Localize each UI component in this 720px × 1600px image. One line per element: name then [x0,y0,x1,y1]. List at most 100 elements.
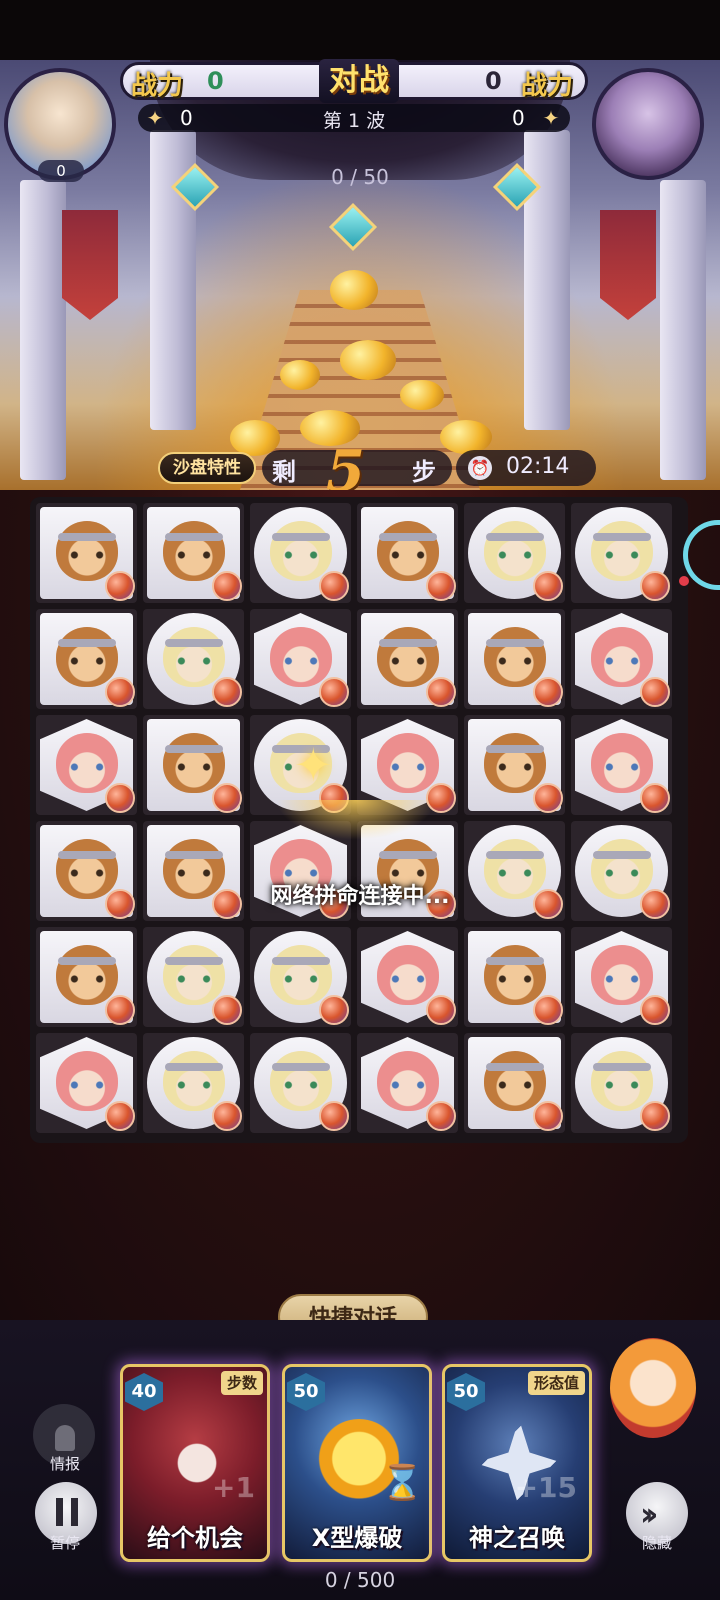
scene-gem [328,202,378,252]
board-tile-girl[interactable] [571,927,672,1027]
player-power-label: 战力 [131,71,184,101]
board-tile-girl[interactable] [571,715,672,815]
element-orb-icon [640,1101,670,1131]
element-orb-icon [105,1101,135,1131]
card-cost-badge: 40 [125,1373,163,1411]
board-tile-monkey[interactable] [464,715,565,815]
element-orb-icon [533,677,563,707]
board-tile-monkey[interactable] [464,609,565,709]
board-tile-girl[interactable] [357,1033,458,1133]
battle-power-bar: 战力 0 对战 0 战力 [120,59,588,103]
steps-bar: 沙盘特性 剩 5 步 ⏰ 02:14 [150,438,600,504]
board-tile-girl[interactable] [357,927,458,1027]
treasure-chest [330,270,378,310]
headband [272,957,330,965]
board-tile-fox[interactable] [250,927,351,1027]
eyes [280,657,322,665]
headband [593,851,651,859]
board-tile-monkey[interactable] [143,715,244,815]
notification-dot [679,576,689,586]
eyes [66,975,108,983]
headband [379,533,437,541]
eyes [66,763,108,771]
eyes [173,657,215,665]
opponent-avatar[interactable] [592,68,704,180]
skill-card-give-chance[interactable]: 40 步数 +1 给个机会 [120,1364,270,1562]
element-orb-icon [212,571,242,601]
eyes [494,657,536,665]
board-tile-monkey[interactable] [143,503,244,603]
skill-card-x-blast[interactable]: 50 ⌛ X型爆破 [282,1364,432,1562]
element-orb-icon [426,677,456,707]
card-name: 神之召唤 [469,1524,565,1552]
gold-coin [400,380,444,410]
eyes [601,1081,643,1089]
element-orb-icon [640,995,670,1025]
element-orb-icon [319,677,349,707]
board-tile-monkey[interactable] [464,927,565,1027]
connecting-message: 网络拼命连接中... [270,884,450,909]
gold-coin [280,360,320,390]
scene-banner [600,210,656,320]
board-tile-monkey[interactable] [357,503,458,603]
element-orb-icon [105,783,135,813]
energy-progress: 0 / 500 [324,1568,396,1592]
board-tile-fox[interactable] [143,1033,244,1133]
opponent-power-label: 战力 [521,71,574,101]
element-orb-icon [533,783,563,813]
eyes [173,763,215,771]
board-tile-monkey[interactable] [36,927,137,1027]
headband [165,957,223,965]
eyes [173,551,215,559]
board-tile-fox[interactable] [143,927,244,1027]
board-tile-fox[interactable] [571,503,672,603]
element-orb-icon [105,571,135,601]
element-orb-icon [319,1101,349,1131]
board-tile-girl[interactable] [36,1033,137,1133]
eyes [494,975,536,983]
headband [486,745,544,753]
board-tile-girl[interactable] [36,715,137,815]
board-tile-girl[interactable] [571,609,672,709]
eyes [66,551,108,559]
board-tile-monkey[interactable] [36,609,137,709]
element-orb-icon [640,571,670,601]
board-tile-monkey[interactable] [464,1033,565,1133]
skill-card-divine-summon[interactable]: 50 形态值 +15 神之召唤 [442,1364,592,1562]
headband [58,851,116,859]
headband [486,533,544,541]
hourglass-icon: ⌛ [381,1463,424,1503]
element-orb-icon [533,571,563,601]
headband [379,851,437,859]
headband [165,851,223,859]
headband [58,639,116,647]
board-tile-fox[interactable] [250,1033,351,1133]
element-orb-icon [640,677,670,707]
steps-remaining: 剩 5 步 [262,438,452,504]
eyes [173,869,215,877]
board-tile-girl[interactable] [250,609,351,709]
sandbox-feature-button[interactable]: 沙盘特性 [158,452,256,484]
element-orb-icon [105,677,135,707]
board-tile-monkey[interactable] [36,503,137,603]
board-tile-fox[interactable] [571,1033,672,1133]
intel-label: 情报 [49,1455,80,1473]
eyes [387,763,429,771]
glow-effect [276,800,436,840]
board-tile-fox[interactable] [464,503,565,603]
board-tile-fox[interactable] [250,503,351,603]
board-tile-monkey[interactable] [357,609,458,709]
star-icon: ✦ [542,106,560,130]
scene-banner [62,210,118,320]
mascot-avatar[interactable] [610,1338,696,1438]
headband [486,1063,544,1071]
headband [486,851,544,859]
scene-pillar [524,130,570,430]
eyes [280,975,322,983]
double-chevron-right-icon: ›› [640,1495,659,1533]
wave-title: 第 1 波 [322,110,386,132]
board-tile-fox[interactable] [143,609,244,709]
eyes [601,763,643,771]
element-orb-icon [426,995,456,1025]
opponent-power-value: 0 [485,67,502,95]
